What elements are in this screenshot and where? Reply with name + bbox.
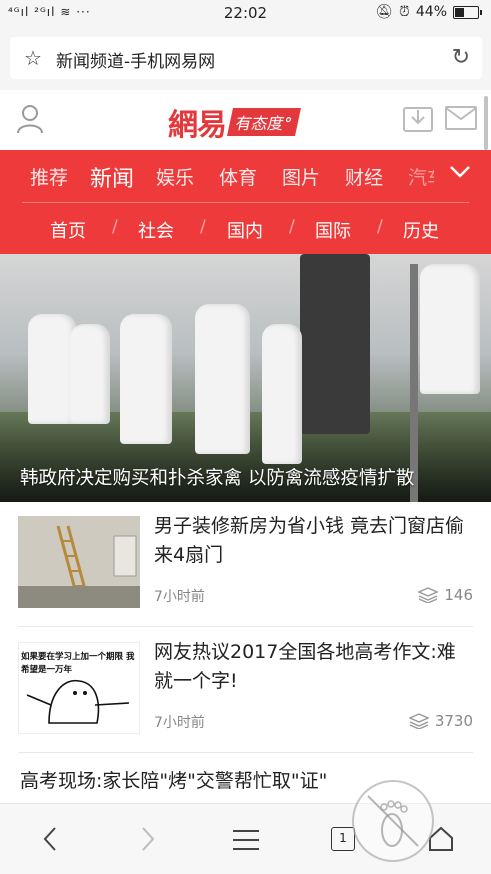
tab-entertainment[interactable]: 娱乐 <box>156 163 194 190</box>
alarm-icon: ⏰︎ <box>398 4 410 20</box>
subtab-separator: / <box>200 217 206 237</box>
tab-finance[interactable]: 财经 <box>345 163 383 190</box>
user-icon[interactable] <box>16 104 44 138</box>
refresh-icon[interactable]: ↻ <box>452 45 470 70</box>
battery-icon <box>453 5 482 19</box>
list-divider <box>18 752 473 753</box>
subtab-separator: / <box>112 217 118 237</box>
layers-icon <box>408 713 429 729</box>
news-thumbnail[interactable] <box>18 516 140 608</box>
hero-worker <box>120 314 172 444</box>
subtab-home[interactable]: 首页 <box>50 217 86 243</box>
battery-percent: 44% <box>415 4 447 20</box>
footprint-float-button[interactable] <box>352 780 434 862</box>
list-item[interactable]: 如果要在学习上加一个期限 我希望是一万年 网友热议2017全国各地高考作文:难就… <box>18 628 474 753</box>
netease-logo[interactable]: 網易 有态度° <box>168 100 301 144</box>
sub-channel-tabs: 首页 / 社会 / 国内 / 国际 / 历史 <box>0 203 491 254</box>
subtab-separator: / <box>289 217 295 237</box>
menu-icon[interactable] <box>232 828 260 858</box>
comment-count[interactable]: 3730 <box>408 712 473 730</box>
chevron-down-icon[interactable] <box>449 164 471 183</box>
subtab-international[interactable]: 国际 <box>315 217 351 243</box>
subtab-history[interactable]: 历史 <box>403 217 439 243</box>
news-time: 7小时前 <box>154 715 205 731</box>
hero-headline[interactable]: 韩政府决定购买和扑杀家禽 以防禽流感疫情扩散 <box>20 464 481 490</box>
bell-off-icon: 🔕︎ <box>375 4 393 20</box>
channel-nav: 推荐 新闻 娱乐 体育 图片 财经 汽车 首页 / 社会 / 国内 / 国际 /… <box>0 150 491 254</box>
news-title[interactable]: 男子装修新房为省小钱 竟去门窗店偷来4扇门 <box>154 512 474 570</box>
back-icon[interactable] <box>40 824 60 861</box>
hero-worker <box>195 304 250 454</box>
comment-count[interactable]: 146 <box>418 586 473 604</box>
battery-fill <box>455 7 465 17</box>
tab-auto[interactable]: 汽车 <box>408 163 434 190</box>
tab-news[interactable]: 新闻 <box>90 161 134 193</box>
comment-count-value: 146 <box>444 586 473 604</box>
scrollbar[interactable] <box>484 96 488 150</box>
page-title[interactable]: 新闻频道-手机网易网 <box>56 47 215 72</box>
status-right: 🔕︎ ⏰︎ 44% <box>375 4 482 20</box>
hero-worker <box>420 264 480 394</box>
subtab-society[interactable]: 社会 <box>138 217 174 243</box>
hero-equipment <box>300 254 370 434</box>
hero-worker <box>70 324 110 424</box>
hero-worker <box>28 314 76 424</box>
footprint-icon <box>367 795 419 847</box>
news-title[interactable]: 网友热议2017全国各地高考作文:难就一个字! <box>154 638 474 696</box>
logo-tagline: 有态度° <box>227 108 301 136</box>
tab-pictures[interactable]: 图片 <box>282 163 320 190</box>
subtab-separator: / <box>377 217 383 237</box>
tab-count-button[interactable]: 1 <box>331 827 355 851</box>
hero-banner[interactable]: 韩政府决定购买和扑杀家禽 以防禽流感疫情扩散 <box>0 254 491 502</box>
subtab-domestic[interactable]: 国内 <box>227 217 263 243</box>
tab-recommend[interactable]: 推荐 <box>30 163 68 190</box>
bookmark-star-icon[interactable]: ☆ <box>24 46 42 70</box>
channel-tabs: 推荐 新闻 娱乐 体育 图片 财经 汽车 <box>0 150 491 202</box>
tab-sports[interactable]: 体育 <box>219 163 257 190</box>
layers-icon <box>418 587 439 603</box>
list-divider <box>18 626 473 627</box>
news-time: 7小时前 <box>154 589 205 605</box>
list-item[interactable]: 男子装修新房为省小钱 竟去门窗店偷来4扇门 7小时前 146 <box>18 502 474 627</box>
browser-address-bar: ☆ 新闻频道-手机网易网 ↻ <box>0 28 491 90</box>
news-thumbnail[interactable]: 如果要在学习上加一个期限 我希望是一万年 <box>18 642 140 734</box>
site-header: 網易 有态度° <box>0 90 491 151</box>
comment-count-value: 3730 <box>434 712 473 730</box>
status-bar: ⁴ᴳıl ²ᴳıl ≋ ··· 22:02 🔕︎ ⏰︎ 44% <box>0 0 491 28</box>
download-icon[interactable] <box>403 104 433 136</box>
forward-icon[interactable] <box>138 824 158 861</box>
url-box[interactable]: ☆ 新闻频道-手机网易网 ↻ <box>10 37 482 79</box>
hero-worker <box>262 324 302 464</box>
logo-brand: 網易 <box>168 108 227 143</box>
mail-icon[interactable] <box>445 106 477 134</box>
news-title[interactable]: 高考现场:家长陪"烤"交警帮忙取"证" <box>20 766 327 793</box>
